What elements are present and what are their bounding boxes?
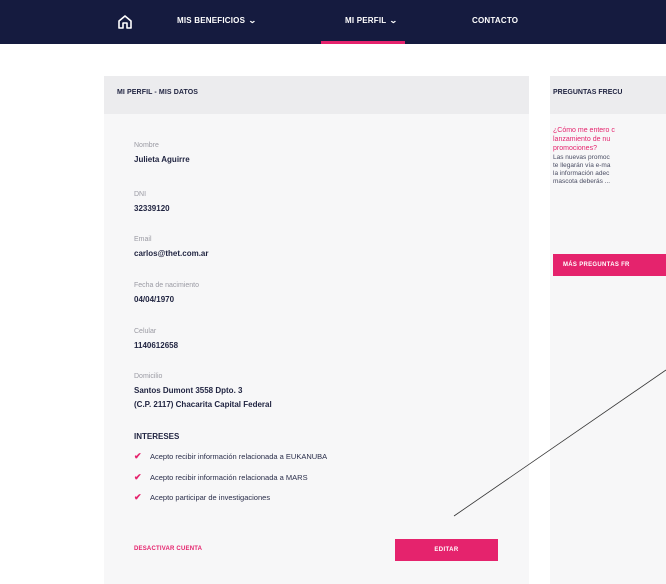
nav-item-mis-beneficios[interactable]: MIS BENEFICIOS ⌄ <box>177 16 258 25</box>
interest-item-mars[interactable]: ✔ Acepto recibir información relacionada … <box>134 472 308 484</box>
field-value-email: carlos@thet.com.ar <box>134 249 209 258</box>
faq-question-line: ¿Cómo me entero c <box>553 127 615 134</box>
nav-item-contacto[interactable]: CONTACTO <box>472 16 518 25</box>
field-label-celular: Celular <box>134 328 157 335</box>
faq-answer-line: Las nuevas promoc <box>553 154 610 161</box>
profile-card-title: MI PERFIL - MIS DATOS <box>117 89 199 96</box>
active-tab-indicator <box>321 41 405 44</box>
nav-item-label: MI PERFIL <box>345 16 387 25</box>
field-value-fecha-nacimiento: 04/04/1970 <box>134 295 175 304</box>
more-faq-button[interactable]: MÁS PREGUNTAS FR <box>553 254 666 276</box>
field-value-celular: 1140612658 <box>134 341 179 350</box>
intereses-heading: INTERESES <box>134 432 180 441</box>
faq-question-line: promociones? <box>553 145 597 152</box>
chevron-down-icon: ⌄ <box>389 16 399 25</box>
check-icon: ✔ <box>134 492 142 502</box>
nav-item-label: CONTACTO <box>472 16 519 25</box>
nav-item-mi-perfil[interactable]: MI PERFIL ⌄ <box>345 16 399 25</box>
field-value-nombre: Julieta Aguirre <box>134 155 190 164</box>
faq-question-line: lanzamiento de nu <box>553 136 611 143</box>
profile-card <box>104 76 529 584</box>
field-label-nombre: Nombre <box>134 142 159 149</box>
faq-answer-line: te llegarán vía e-ma <box>553 162 611 169</box>
field-label-dni: DNI <box>134 191 147 198</box>
field-value-dni: 32339120 <box>134 204 170 213</box>
faq-answer-line: la información adec <box>553 170 610 177</box>
edit-button[interactable]: EDITAR <box>395 539 498 561</box>
interest-label: Acepto participar de investigaciones <box>150 493 271 502</box>
faq-card-title: PREGUNTAS FRECU <box>553 89 623 96</box>
faq-answer-line: mascota deberás ... <box>553 178 611 185</box>
interest-label: Acepto recibir información relacionada a… <box>150 473 308 482</box>
top-navigation-bar: MIS BENEFICIOS ⌄ MI PERFIL ⌄ CONTACTO <box>0 0 666 44</box>
chevron-down-icon: ⌄ <box>248 16 258 25</box>
field-value-domicilio-line1: Santos Dumont 3558 Dpto. 3 <box>134 386 243 395</box>
deactivate-account-link[interactable]: DESACTIVAR CUENTA <box>134 546 202 552</box>
interest-label: Acepto recibir información relacionada a… <box>150 452 328 461</box>
nav-item-label: MIS BENEFICIOS <box>177 16 246 25</box>
field-value-domicilio-line2: (C.P. 2117) Chacarita Capital Federal <box>134 400 272 409</box>
check-icon: ✔ <box>134 451 142 461</box>
interest-item-investigaciones[interactable]: ✔ Acepto participar de investigaciones <box>134 492 270 504</box>
home-icon[interactable] <box>116 13 134 31</box>
faq-answer-text: Las nuevas promoc te llegarán vía e-ma l… <box>553 154 666 186</box>
field-label-fecha-nacimiento: Fecha de nacimiento <box>134 282 199 289</box>
faq-question-link[interactable]: ¿Cómo me entero c lanzamiento de nu prom… <box>553 126 666 153</box>
field-label-email: Email <box>134 236 152 243</box>
field-label-domicilio: Domicilio <box>134 373 163 380</box>
interest-item-eukanuba[interactable]: ✔ Acepto recibir información relacionada … <box>134 451 327 463</box>
check-icon: ✔ <box>134 472 142 482</box>
